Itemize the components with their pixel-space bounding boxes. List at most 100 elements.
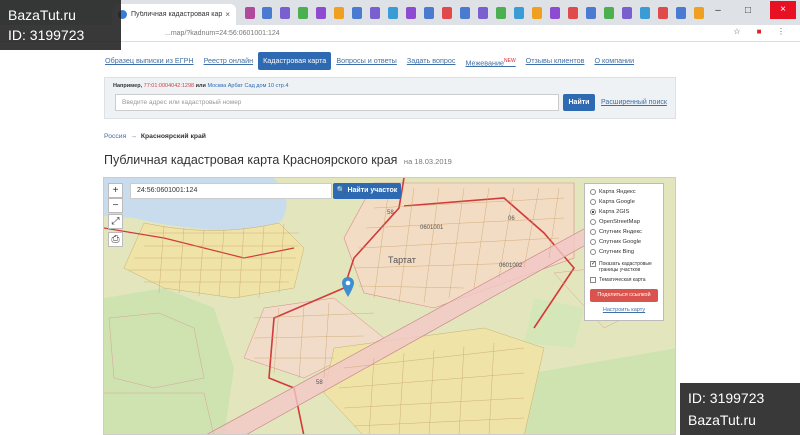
extension-icon[interactable]: ■ — [754, 27, 764, 36]
nav-about[interactable]: О компании — [589, 52, 639, 70]
nav-land-survey[interactable]: МежеваниеNEW — [460, 52, 520, 70]
layer-label: Спутник Яндекс — [599, 229, 642, 235]
layer-2gis-map[interactable]: Карта 2GIS — [590, 207, 658, 217]
browser-tab-icon[interactable] — [604, 7, 614, 19]
minimize-icon[interactable]: – — [710, 5, 726, 16]
location-pin-icon[interactable] — [342, 277, 354, 297]
maximize-icon[interactable]: □ — [740, 5, 756, 16]
breadcrumb-root[interactable]: Россия — [104, 133, 126, 140]
bookmark-star-icon[interactable]: ☆ — [732, 27, 742, 36]
browser-tab-icon[interactable] — [424, 7, 434, 19]
browser-tab-icon[interactable] — [334, 7, 344, 19]
radio-icon — [590, 189, 596, 195]
site-nav: Образец выписки из ЕГРН Реестр онлайн Ка… — [100, 51, 676, 71]
advanced-search-link[interactable]: Расширенный поиск — [601, 99, 667, 106]
zoom-in-button[interactable]: + — [108, 183, 123, 198]
forest-area — [104, 288, 234, 434]
parcel-number-label: 58 — [316, 380, 323, 386]
cadastral-map[interactable]: + − ⤢ ⎙ 24:56:0601001:124 🔍 Найти участок… — [103, 177, 676, 435]
breadcrumb: Россия → Красноярский край — [104, 133, 206, 140]
browser-tab-icon[interactable] — [622, 7, 632, 19]
zoom-out-button[interactable]: − — [108, 198, 123, 213]
search-icon: 🔍 — [336, 187, 346, 194]
share-link-button[interactable]: Поделиться ссылкой — [590, 289, 658, 302]
layer-label: Спутник Google — [599, 239, 642, 245]
layers-panel: Карта Яндекс Карта Google Карта 2GIS Ope… — [584, 183, 664, 321]
configure-map-link[interactable]: Настроить карту — [590, 307, 658, 313]
browser-tab-icon[interactable] — [370, 7, 380, 19]
radio-icon — [590, 239, 596, 245]
browser-tab-icon[interactable] — [676, 7, 686, 19]
browser-tab-icon[interactable] — [388, 7, 398, 19]
browser-tab-icon[interactable] — [550, 7, 560, 19]
browser-tab-icon[interactable] — [514, 7, 524, 19]
browser-tab-icon[interactable] — [694, 7, 704, 19]
browser-tab-icon[interactable] — [532, 7, 542, 19]
parcel-number-label: 0601001 — [420, 225, 444, 231]
browser-tab-icon[interactable] — [262, 7, 272, 19]
layer-label: OpenStreetMap — [599, 219, 640, 225]
example-address[interactable]: Москва Арбат Сад дом 10 стр.4 — [207, 83, 288, 89]
layer-yandex-map[interactable]: Карта Яндекс — [590, 187, 658, 197]
browser-tab-icon[interactable] — [442, 7, 452, 19]
radio-checked-icon — [590, 209, 596, 215]
browser-tab-icon[interactable] — [568, 7, 578, 19]
browser-tab-icon[interactable] — [280, 7, 290, 19]
new-badge: NEW — [504, 58, 516, 64]
nav-cadastral-map[interactable]: Кадастровая карта — [258, 52, 332, 70]
find-button[interactable]: Найти — [563, 94, 595, 111]
layer-openstreetmap[interactable]: OpenStreetMap — [590, 217, 658, 227]
fullscreen-icon[interactable]: ⤢ — [108, 214, 123, 229]
nav-reviews[interactable]: Отзывы клиентов — [521, 52, 590, 70]
layer-label: Карта Google — [599, 199, 635, 205]
window-close-icon[interactable]: × — [770, 1, 796, 19]
browser-tab-icon[interactable] — [245, 7, 255, 19]
search-example: Например, 77:01:0004042:1298 или Москва … — [113, 83, 288, 89]
layer-bing-satellite[interactable]: Спутник Bing — [590, 247, 658, 257]
print-icon[interactable]: ⎙ — [108, 232, 123, 247]
option-label: Тематическая карта — [599, 277, 646, 283]
browser-tab-icon[interactable] — [298, 7, 308, 19]
page-date: на 18.03.2019 — [403, 157, 452, 166]
example-prefix: Например, — [113, 83, 143, 89]
browser-tab-icon[interactable] — [496, 7, 506, 19]
browser-menu-icon[interactable]: ⋮ — [776, 27, 786, 36]
find-parcel-button[interactable]: 🔍 Найти участок — [333, 183, 401, 199]
browser-tab-icon[interactable] — [460, 7, 470, 19]
url-field[interactable]: ...map/?kadnum=24:56:0601001:124 — [165, 30, 280, 37]
forest-area — [524, 298, 584, 348]
browser-tab-icon[interactable] — [478, 7, 488, 19]
watermark-id: ID: 3199723 — [8, 27, 85, 43]
watermark-site: BazaTut.ru — [688, 412, 756, 428]
nav-faq[interactable]: Вопросы и ответы — [331, 52, 402, 70]
nav-egrn-sample[interactable]: Образец выписки из ЕГРН — [100, 52, 199, 70]
parcel-number-label: 06 — [508, 216, 515, 222]
show-boundaries-option[interactable]: ✓ Показать кадастровые границы участков — [590, 261, 658, 273]
layer-yandex-satellite[interactable]: Спутник Яндекс — [590, 227, 658, 237]
layer-label: Карта 2GIS — [599, 209, 630, 215]
layer-google-map[interactable]: Карта Google — [590, 197, 658, 207]
breadcrumb-separator: → — [130, 133, 137, 140]
radio-icon — [590, 199, 596, 205]
browser-tab-icon[interactable] — [352, 7, 362, 19]
map-kadnum-input[interactable]: 24:56:0601001:124 — [130, 183, 332, 199]
browser-tab-icon[interactable] — [658, 7, 668, 19]
example-kadnum[interactable]: 77:01:0004042:1298 — [144, 83, 194, 89]
active-browser-tab[interactable]: Публичная кадастровая карт × — [112, 4, 236, 25]
address-search-input[interactable]: Введите адрес или кадастровый номер — [115, 94, 559, 111]
thematic-map-option[interactable]: Тематическая карта — [590, 277, 658, 283]
browser-tab-icon[interactable] — [586, 7, 596, 19]
option-label: Показать кадастровые границы участков — [599, 261, 652, 273]
browser-tab-icon[interactable] — [316, 7, 326, 19]
browser-tab-icon[interactable] — [406, 7, 416, 19]
example-or: или — [195, 83, 206, 89]
nav-land-survey-label: Межевание — [465, 58, 504, 68]
watermark-id: ID: 3199723 — [688, 390, 765, 406]
browser-tab-icon[interactable] — [640, 7, 650, 19]
nav-ask-question[interactable]: Задать вопрос — [402, 52, 461, 70]
nav-registry-online[interactable]: Реестр онлайн — [199, 52, 259, 70]
breadcrumb-current: Красноярский край — [140, 133, 206, 140]
layer-google-satellite[interactable]: Спутник Google — [590, 237, 658, 247]
find-parcel-label: Найти участок — [347, 187, 398, 194]
tab-close-icon[interactable]: × — [225, 10, 230, 19]
